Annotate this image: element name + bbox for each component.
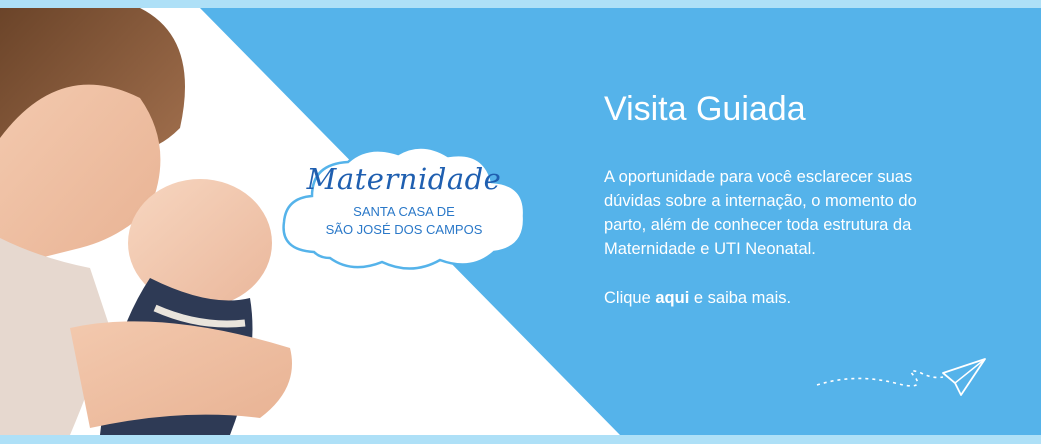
cta-text: Clique aqui e saiba mais. [604, 289, 791, 308]
paper-plane-icon [816, 358, 986, 396]
bottom-strip [0, 435, 1041, 444]
cta-link[interactable]: aqui [655, 289, 689, 307]
badge-line-2: SÃO JOSÉ DOS CAMPOS [325, 222, 483, 237]
cta-suffix: e saiba mais. [689, 289, 792, 307]
cta-prefix: Clique [604, 289, 656, 307]
headline: Visita Guiada [604, 90, 806, 128]
badge-line-1: SANTA CASA DE [353, 204, 455, 219]
visita-guiada-banner[interactable]: Maternidade SANTA CASA DE SÃO JOSÉ DOS C… [0, 0, 1041, 444]
body-text: A oportunidade para você esclarecer suas… [604, 168, 917, 258]
badge-title: Maternidade [306, 162, 502, 196]
top-strip [0, 0, 1041, 8]
maternidade-badge: Maternidade SANTA CASA DE SÃO JOSÉ DOS C… [272, 140, 536, 278]
